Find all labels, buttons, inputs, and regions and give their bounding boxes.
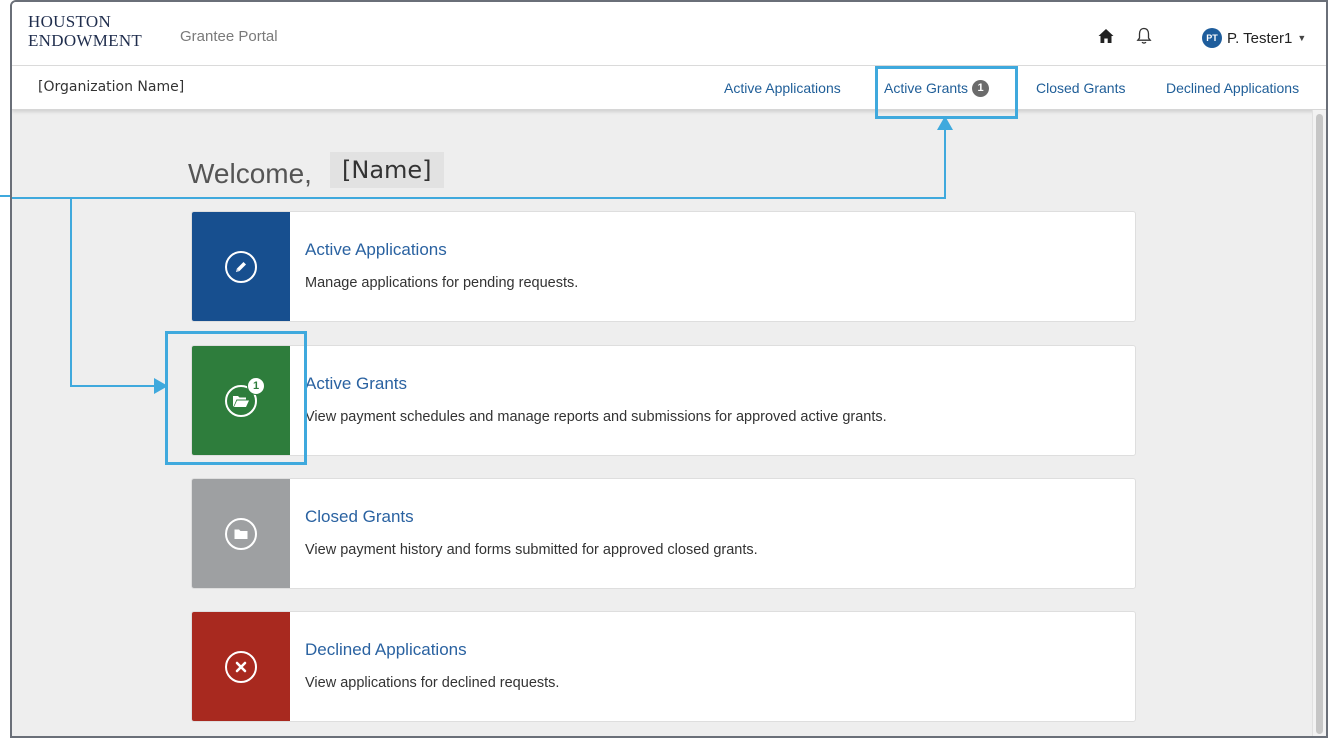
card-description: View payment history and forms submitted…: [305, 542, 758, 558]
card-title[interactable]: Declined Applications: [305, 640, 467, 660]
welcome-heading: Welcome,: [188, 158, 312, 189]
bell-icon[interactable]: [1136, 27, 1152, 45]
portal-window: HOUSTON ENDOWMENT Grantee Portal PT P. T…: [10, 0, 1328, 738]
close-x-icon: [225, 650, 257, 683]
arrow-right-icon: [154, 378, 168, 394]
nav-declined-applications[interactable]: Declined Applications: [1166, 80, 1299, 96]
scrollbar-thumb[interactable]: [1316, 114, 1323, 734]
card-declined-applications[interactable]: Declined Applications View applications …: [191, 611, 1136, 722]
nav-active-applications[interactable]: Active Applications: [724, 80, 841, 96]
card-tile-declined-applications: [192, 612, 290, 721]
highlight-box-card-active-grants: [165, 331, 307, 465]
folder-icon: [225, 517, 257, 550]
pencil-icon: [225, 250, 257, 283]
callout-line: [944, 122, 946, 199]
scrollbar[interactable]: [1312, 110, 1326, 736]
user-menu[interactable]: PT P. Tester1 ▼: [1202, 28, 1306, 48]
card-tile-closed-grants: [192, 479, 290, 588]
user-name: P. Tester1: [1227, 29, 1293, 47]
portal-title: Grantee Portal: [180, 28, 278, 45]
callout-line: [70, 197, 72, 387]
arrow-up-icon: [937, 116, 953, 130]
nav-closed-grants[interactable]: Closed Grants: [1036, 80, 1125, 96]
card-description: Manage applications for pending requests…: [305, 275, 579, 291]
card-title[interactable]: Closed Grants: [305, 507, 414, 527]
caret-down-icon: ▼: [1297, 33, 1307, 43]
sub-navigation: [Organization Name] Active Applications …: [12, 66, 1326, 110]
houston-endowment-logo[interactable]: HOUSTON ENDOWMENT: [28, 12, 142, 50]
top-header: HOUSTON ENDOWMENT Grantee Portal PT P. T…: [12, 2, 1326, 66]
card-title[interactable]: Active Grants: [305, 374, 407, 394]
welcome-user-name: [Name]: [330, 152, 444, 188]
callout-line: [12, 197, 946, 199]
card-tile-active-applications: [192, 212, 290, 321]
avatar: PT: [1202, 28, 1222, 48]
card-description: View payment schedules and manage report…: [305, 409, 887, 425]
card-active-applications[interactable]: Active Applications Manage applications …: [191, 211, 1136, 322]
highlight-box-nav-active-grants: [875, 66, 1018, 119]
card-description: View applications for declined requests.: [305, 675, 560, 691]
card-closed-grants[interactable]: Closed Grants View payment history and f…: [191, 478, 1136, 589]
home-icon[interactable]: [1098, 28, 1114, 44]
callout-line: [70, 385, 158, 387]
card-title[interactable]: Active Applications: [305, 240, 447, 260]
card-active-grants[interactable]: 1 Active Grants View payment schedules a…: [191, 345, 1136, 456]
organization-name: [Organization Name]: [38, 79, 185, 95]
